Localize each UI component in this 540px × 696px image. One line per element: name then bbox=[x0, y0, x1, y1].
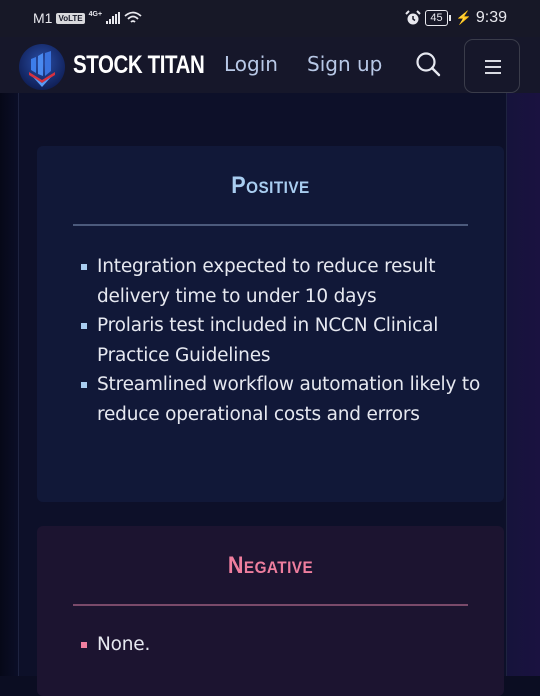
volte-icon: VoLTE bbox=[56, 12, 85, 24]
carrier-label: M1 bbox=[33, 10, 53, 26]
negative-card: Negative None. bbox=[37, 526, 504, 696]
list-item-text: None. bbox=[97, 634, 151, 655]
clock: 9:39 bbox=[475, 9, 507, 26]
list-item: Streamlined workflow automation likely t… bbox=[81, 370, 481, 429]
alarm-icon bbox=[405, 10, 422, 25]
bullet-icon bbox=[81, 642, 87, 648]
list-item: Integration expected to reduce result de… bbox=[81, 252, 481, 311]
content-container: Positive Integration expected to reduce … bbox=[18, 93, 507, 696]
positive-divider bbox=[73, 224, 468, 226]
charging-icon: ⚡ bbox=[455, 10, 472, 25]
bullet-icon bbox=[81, 264, 87, 270]
battery-icon: 45 bbox=[425, 10, 451, 26]
brand-name[interactable]: STOCK TITAN bbox=[73, 51, 205, 80]
signal-icon bbox=[106, 12, 121, 24]
list-item-text: Streamlined workflow automation likely t… bbox=[97, 374, 481, 425]
page-content: Positive Integration expected to reduce … bbox=[0, 93, 540, 696]
negative-list: None. bbox=[81, 630, 481, 660]
hamburger-line bbox=[485, 66, 501, 68]
positive-list: Integration expected to reduce result de… bbox=[81, 252, 481, 429]
list-item: Prolaris test included in NCCN Clinical … bbox=[81, 311, 481, 370]
search-icon[interactable] bbox=[414, 50, 442, 78]
list-item-text: Prolaris test included in NCCN Clinical … bbox=[97, 315, 439, 366]
bullet-icon bbox=[81, 382, 87, 388]
navbar: STOCK TITAN Login Sign up bbox=[0, 37, 540, 93]
login-link[interactable]: Login bbox=[224, 52, 278, 76]
hamburger-line bbox=[485, 72, 501, 74]
battery-level: 45 bbox=[430, 12, 443, 24]
list-item: None. bbox=[81, 630, 481, 660]
signup-link[interactable]: Sign up bbox=[307, 52, 382, 76]
hamburger-menu-icon bbox=[485, 60, 501, 62]
positive-card: Positive Integration expected to reduce … bbox=[37, 146, 504, 502]
status-bar: M1 VoLTE 4G+ 45 ⚡ 9:39 bbox=[0, 0, 540, 37]
negative-title: Negative bbox=[227, 552, 314, 579]
network-type-label: 4G+ bbox=[88, 10, 103, 18]
menu-button[interactable] bbox=[464, 39, 520, 93]
stock-titan-logo-icon[interactable] bbox=[18, 43, 66, 91]
positive-title: Positive bbox=[231, 172, 310, 199]
negative-divider bbox=[73, 604, 468, 606]
bullet-icon bbox=[81, 323, 87, 329]
wifi-icon bbox=[124, 11, 142, 23]
list-item-text: Integration expected to reduce result de… bbox=[97, 256, 436, 307]
